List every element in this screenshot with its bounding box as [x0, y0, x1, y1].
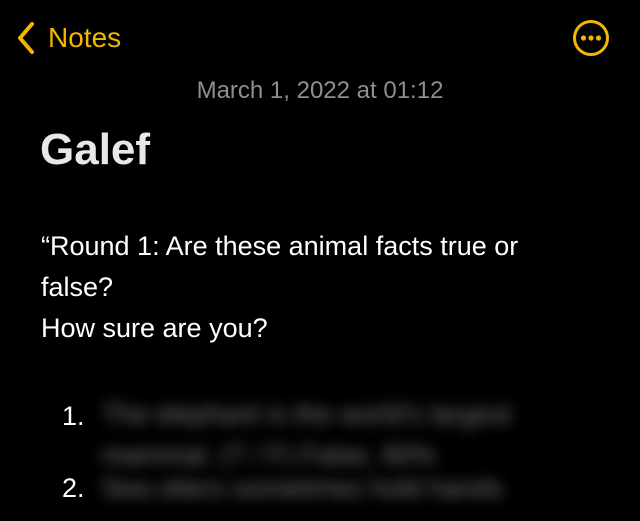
back-label: Notes	[48, 22, 122, 53]
numbered-list: 1. The elephant is the world's largest m…	[0, 390, 640, 521]
note-title[interactable]: Galef	[40, 122, 150, 178]
ellipsis-circle-icon	[573, 20, 609, 56]
list-item[interactable]: 1. The elephant is the world's largest m…	[0, 390, 640, 476]
blurred-list-text: The elephant is the world's largest mamm…	[102, 399, 511, 470]
note-timestamp: March 1, 2022 at 01:12	[196, 77, 444, 104]
list-number: 1.	[62, 401, 85, 431]
body-line: How sure are you?	[41, 313, 268, 343]
note-body[interactable]: “Round 1: Are these animal facts true or…	[41, 226, 601, 349]
more-options-button[interactable]	[572, 19, 610, 57]
list-item[interactable]: 2. Sea otters sometimes hold hands	[0, 473, 640, 521]
back-button[interactable]: Notes	[14, 18, 121, 58]
note-screen: Notes March 1, 2022 at 01:12 Galef “Roun…	[0, 0, 640, 521]
blurred-list-text: Sea otters sometimes hold hands	[102, 473, 503, 503]
chevron-left-icon	[14, 18, 38, 58]
body-line: false?	[41, 272, 114, 302]
body-line: “Round 1: Are these animal facts true or	[41, 231, 519, 261]
list-number: 2.	[62, 473, 85, 503]
